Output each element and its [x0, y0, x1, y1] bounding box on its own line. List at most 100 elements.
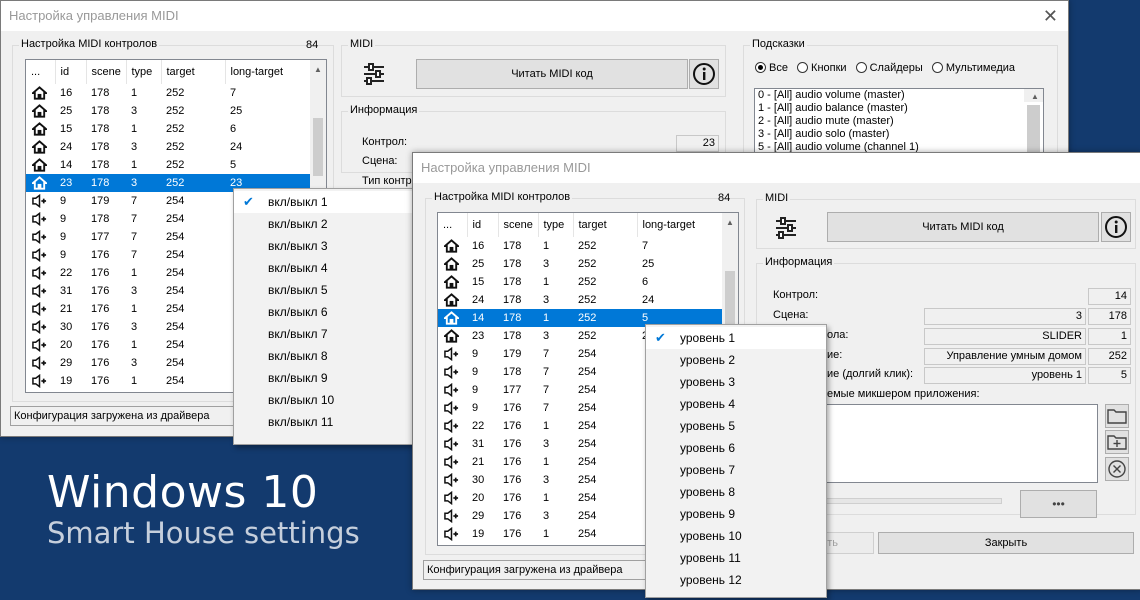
- hints-scrollbar[interactable]: ▲: [1024, 89, 1043, 154]
- folder-button[interactable]: [1105, 404, 1129, 428]
- add-folder-button[interactable]: [1105, 430, 1129, 454]
- close-icon[interactable]: ✕: [1043, 1, 1058, 31]
- speaker-icon: [32, 194, 47, 208]
- scrollbar-thumb[interactable]: [1027, 105, 1040, 154]
- row-icon-cell: [438, 489, 467, 507]
- menu-item[interactable]: вкл/выкл 8: [234, 345, 430, 367]
- close-button[interactable]: Закрыть: [878, 532, 1134, 554]
- hint-item[interactable]: 2 - [All] audio mute (master): [755, 115, 1043, 128]
- hint-item[interactable]: 1 - [All] audio balance (master): [755, 102, 1043, 115]
- column-header[interactable]: scene: [498, 213, 539, 237]
- speaker-icon: [444, 365, 459, 379]
- column-header[interactable]: ...: [26, 60, 56, 84]
- menu-item[interactable]: вкл/выкл 10: [234, 389, 430, 411]
- cell-id: 9: [60, 249, 67, 261]
- row-icon-cell: [26, 156, 55, 174]
- hint-filters: Все Кнопки Слайдеры Мультимедиа: [755, 62, 1015, 74]
- hint-item[interactable]: 3 - [All] audio solo (master): [755, 128, 1043, 141]
- controls-count: 84: [306, 39, 319, 51]
- cell-scene: 176: [503, 456, 522, 468]
- cell-target: 254: [166, 231, 185, 243]
- cell-type: 1: [543, 456, 550, 468]
- menu-item[interactable]: вкл/выкл 9: [234, 367, 430, 389]
- column-header[interactable]: id: [467, 213, 499, 237]
- menu-item[interactable]: уровень 6: [646, 437, 826, 459]
- menu-item[interactable]: уровень 2: [646, 349, 826, 371]
- row-icon-cell: [26, 318, 55, 336]
- column-header[interactable]: long-target: [637, 213, 723, 237]
- table-row[interactable]: 16 178 1 252 7: [26, 84, 310, 102]
- cell-type: 3: [543, 330, 550, 342]
- table-row[interactable]: 15 178 1 252 6: [438, 273, 722, 291]
- scrollbar-thumb[interactable]: [313, 118, 323, 176]
- column-header[interactable]: target: [161, 60, 226, 84]
- speaker-icon: [444, 383, 459, 397]
- scrollbar-thumb[interactable]: [725, 271, 735, 329]
- filter-sliders[interactable]: Слайдеры: [855, 62, 923, 74]
- column-header[interactable]: id: [55, 60, 87, 84]
- menu-item[interactable]: вкл/выкл 6: [234, 301, 430, 323]
- menu-item-label: уровень 10: [680, 529, 742, 543]
- cell-id: 9: [60, 213, 67, 225]
- read-midi-button[interactable]: Читать MIDI код: [827, 212, 1099, 242]
- column-header[interactable]: scene: [86, 60, 127, 84]
- table-row[interactable]: 14 178 1 252 5: [26, 156, 310, 174]
- table-row[interactable]: 15 178 1 252 6: [26, 120, 310, 138]
- cell-type: 1: [131, 267, 138, 279]
- filter-multimedia[interactable]: Мультимедиа: [931, 62, 1015, 74]
- menu-item[interactable]: ✔ вкл/выкл 1: [234, 191, 430, 213]
- filter-buttons[interactable]: Кнопки: [797, 62, 847, 74]
- menu-item[interactable]: вкл/выкл 5: [234, 279, 430, 301]
- row-icon-cell: [26, 372, 55, 390]
- scroll-up-icon[interactable]: ▲: [1024, 89, 1043, 105]
- menu-item[interactable]: уровень 5: [646, 415, 826, 437]
- menu-item[interactable]: уровень 8: [646, 481, 826, 503]
- menu-item[interactable]: уровень 12: [646, 569, 826, 591]
- menu-item[interactable]: уровень 3: [646, 371, 826, 393]
- table-row[interactable]: 24 178 3 252 24: [438, 291, 722, 309]
- table-row[interactable]: 25 178 3 252 25: [26, 102, 310, 120]
- mixer-apps-list[interactable]: [825, 404, 1098, 483]
- info-icon: [1105, 216, 1127, 238]
- read-midi-button[interactable]: Читать MIDI код: [416, 59, 688, 89]
- hint-item[interactable]: 0 - [All] audio volume (master): [755, 89, 1043, 102]
- menu-item[interactable]: ✔ уровень 1: [646, 327, 826, 349]
- table-row[interactable]: 24 178 3 252 24: [26, 138, 310, 156]
- column-header[interactable]: target: [573, 213, 638, 237]
- menu-item[interactable]: уровень 11: [646, 547, 826, 569]
- menu-item[interactable]: вкл/выкл 2: [234, 213, 430, 235]
- menu-item[interactable]: вкл/выкл 7: [234, 323, 430, 345]
- cell-type: 7: [543, 348, 550, 360]
- table-row[interactable]: 16 178 1 252 7: [438, 237, 722, 255]
- column-header[interactable]: ...: [438, 213, 468, 237]
- info-button[interactable]: [1101, 212, 1131, 242]
- more-button[interactable]: •••: [1020, 490, 1097, 518]
- remove-button[interactable]: [1105, 457, 1129, 481]
- menu-item[interactable]: вкл/выкл 3: [234, 235, 430, 257]
- menu-item[interactable]: уровень 7: [646, 459, 826, 481]
- info-button[interactable]: [689, 59, 719, 89]
- menu-item-label: уровень 6: [680, 441, 736, 455]
- column-header[interactable]: type: [126, 60, 162, 84]
- scroll-up-icon[interactable]: ▲: [722, 215, 738, 231]
- cell-type: 3: [131, 141, 138, 153]
- cell-target: 254: [166, 285, 185, 297]
- menu-item[interactable]: уровень 9: [646, 503, 826, 525]
- filter-all[interactable]: Все: [755, 62, 788, 74]
- column-header[interactable]: type: [538, 213, 574, 237]
- cell-type: 1: [131, 303, 138, 315]
- cell-type: 3: [543, 294, 550, 306]
- menu-item[interactable]: вкл/выкл 11: [234, 411, 430, 433]
- house-icon: [32, 140, 47, 154]
- menu-item[interactable]: уровень 10: [646, 525, 826, 547]
- cell-scene: 177: [503, 384, 522, 396]
- hints-list[interactable]: 0 - [All] audio volume (master) 1 - [All…: [754, 88, 1044, 155]
- cell-scene: 176: [503, 420, 522, 432]
- scroll-up-icon[interactable]: ▲: [310, 62, 326, 78]
- menu-item[interactable]: уровень 4: [646, 393, 826, 415]
- menu-item[interactable]: вкл/выкл 4: [234, 257, 430, 279]
- column-header[interactable]: long-target: [225, 60, 311, 84]
- progress-bar: [825, 498, 1002, 504]
- table-row[interactable]: 25 178 3 252 25: [438, 255, 722, 273]
- cell-long: 25: [642, 258, 655, 270]
